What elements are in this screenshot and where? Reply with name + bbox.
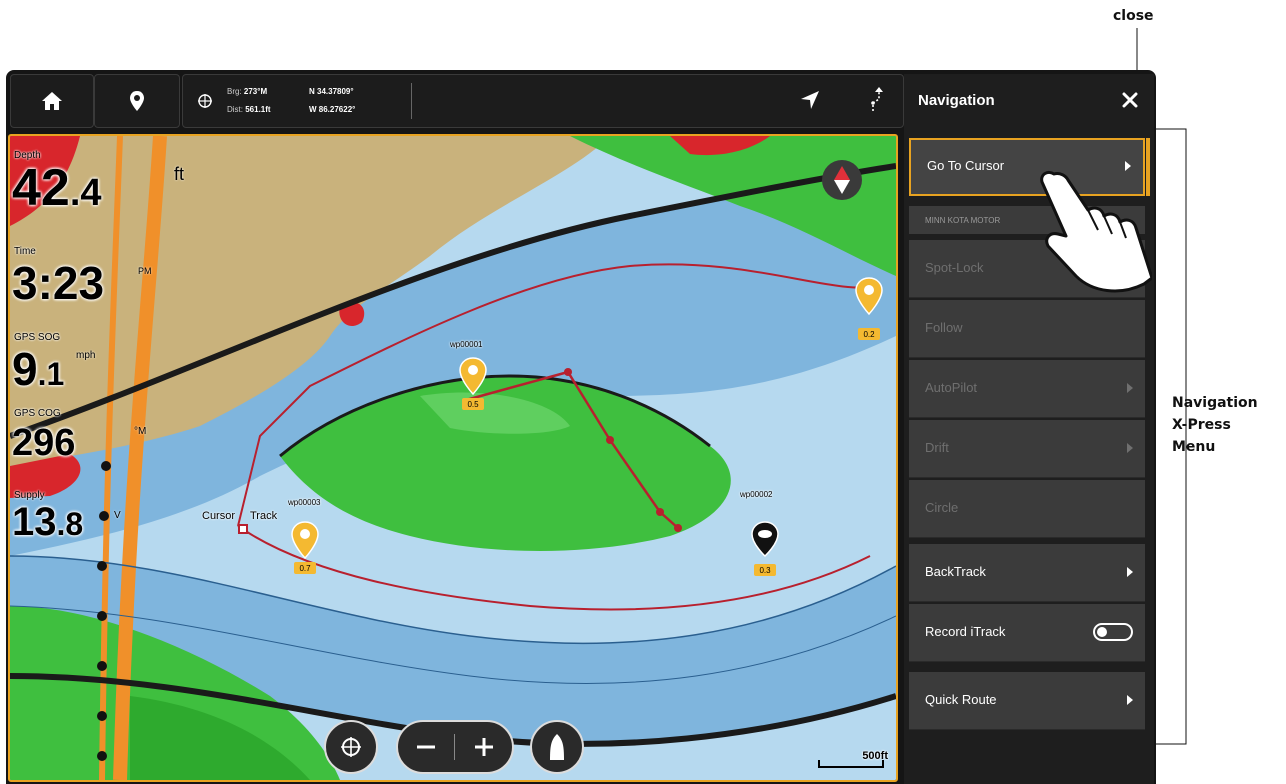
menu-item-record-itrack[interactable]: Record iTrack — [909, 604, 1145, 662]
boat-button[interactable] — [530, 720, 584, 774]
waypoint-pin-icon[interactable]: 0.2 — [854, 276, 884, 346]
crosshair-icon — [198, 94, 212, 108]
close-button[interactable] — [1118, 88, 1142, 112]
scale-label: 500ft — [862, 750, 888, 762]
plus-icon — [475, 738, 493, 756]
waypoint-pin-icon[interactable]: 0.7 — [290, 520, 320, 580]
info-divider — [411, 83, 412, 119]
top-bar: Brg: 273°M Dist: 561.1ft N 34.37809° W 8… — [10, 74, 904, 130]
longitude-readout: W 86.27622° — [309, 105, 356, 114]
home-icon — [11, 75, 93, 127]
menu-item-label: Quick Route — [925, 692, 997, 707]
bearing-value: 273°M — [243, 87, 268, 96]
zoom-in-button[interactable] — [456, 722, 512, 772]
zoom-control — [396, 720, 514, 774]
zoom-divider — [454, 734, 455, 760]
svg-text:0.2: 0.2 — [863, 330, 875, 339]
close-annotation: close — [1113, 8, 1154, 24]
cog-gauge-value: 296 — [12, 422, 76, 464]
panel-title: Navigation — [918, 92, 995, 109]
supply-gauge-unit: V — [114, 510, 121, 521]
submenu-arrow-icon — [1127, 443, 1133, 453]
menu-item-follow[interactable]: Follow — [909, 300, 1145, 358]
depth-gauge-value: 42.4 — [12, 159, 102, 217]
pointing-hand-icon — [1040, 170, 1152, 293]
crosshair-icon — [341, 737, 361, 757]
toggle-knob — [1097, 627, 1107, 637]
svg-text:0.7: 0.7 — [299, 564, 311, 573]
waypoint-label: wp00003 — [288, 498, 321, 507]
cursor-label: Cursor — [202, 510, 236, 522]
location-pin-icon — [95, 75, 179, 127]
svg-text:0.5: 0.5 — [467, 400, 479, 409]
navigation-panel: Navigation Go To Cursor MINN KOTA MOTOR … — [904, 74, 1154, 784]
minus-icon — [417, 745, 435, 749]
sog-gauge-label: GPS SOG — [14, 332, 61, 343]
cog-gauge-label: GPS COG — [14, 408, 61, 419]
submenu-arrow-icon — [1127, 695, 1133, 705]
latitude-readout: N 34.37809° — [309, 87, 354, 96]
bearing-label: Brg: — [227, 87, 242, 96]
sog-gauge-unit: mph — [76, 350, 96, 361]
zoom-out-button[interactable] — [398, 722, 454, 772]
bearing-readout: Brg: 273°M — [227, 87, 267, 96]
navigate-arrow-icon[interactable] — [799, 89, 821, 111]
supply-gauge-value: 13.8 — [12, 500, 84, 544]
submenu-arrow-icon — [1127, 567, 1133, 577]
menu-item-label: BackTrack — [925, 564, 986, 579]
menu-item-label: Drift — [925, 440, 949, 455]
waypoint-label: wp00002 — [740, 490, 773, 499]
distance-label: Dist: — [227, 105, 243, 114]
waypoint-button[interactable] — [94, 74, 180, 128]
menu-item-quick-route[interactable]: Quick Route — [909, 672, 1145, 730]
menu-item-label: Circle — [925, 500, 959, 515]
home-button[interactable] — [10, 74, 94, 128]
north-up-button[interactable] — [822, 160, 862, 200]
menu-annotation: Navigation X-Press Menu — [1172, 392, 1258, 458]
time-gauge-unit: PM — [138, 266, 152, 276]
cursor-button[interactable] — [324, 720, 378, 774]
close-icon — [1122, 92, 1138, 108]
menu-item-label: AutoPilot — [925, 380, 978, 395]
track-label: Track — [250, 510, 278, 522]
menu-item-drift[interactable]: Drift — [909, 420, 1145, 478]
distance-value: 561.1ft — [245, 105, 271, 114]
scale-bar: 500ft — [818, 750, 888, 774]
cursor-info-box: Brg: 273°M Dist: 561.1ft N 34.37809° W 8… — [182, 74, 904, 128]
time-gauge-value: 3:23 — [12, 257, 105, 309]
section-header-label: MINN KOTA MOTOR — [925, 216, 1001, 225]
menu-item-label: Record iTrack — [925, 624, 1006, 639]
menu-item-label: Spot-Lock — [925, 260, 984, 275]
svg-text:0.3: 0.3 — [759, 566, 771, 575]
boat-icon — [550, 734, 564, 760]
menu-item-backtrack[interactable]: BackTrack — [909, 544, 1145, 602]
menu-annotation-line2: X-Press — [1172, 417, 1231, 433]
record-itrack-toggle[interactable] — [1093, 623, 1133, 641]
chart-map[interactable]: Depth 42.4 ft Time 3:23 PM GPS SOG 9.1 m… — [8, 134, 898, 782]
depth-gauge-unit: ft — [174, 164, 185, 184]
waypoint-pin-icon[interactable]: 0.5 — [458, 356, 488, 416]
compass-icon — [834, 166, 850, 194]
time-gauge-label: Time — [14, 246, 36, 257]
cog-gauge-unit: °M — [134, 426, 147, 437]
menu-annotation-line3: Menu — [1172, 439, 1216, 455]
menu-annotation-line1: Navigation — [1172, 395, 1258, 411]
menu-item-label: Follow — [925, 320, 963, 335]
sog-gauge-value: 9.1 — [12, 343, 65, 395]
menu-item-label: Go To Cursor — [927, 158, 1005, 173]
waypoint-label: wp00001 — [450, 340, 483, 349]
menu-item-autopilot[interactable]: AutoPilot — [909, 360, 1145, 418]
route-icon[interactable] — [869, 87, 889, 113]
fish-waypoint-icon[interactable]: 0.3 — [748, 520, 782, 584]
menu-item-circle[interactable]: Circle — [909, 480, 1145, 538]
chart-background — [10, 136, 896, 780]
submenu-arrow-icon — [1127, 383, 1133, 393]
distance-readout: Dist: 561.1ft — [227, 105, 271, 114]
